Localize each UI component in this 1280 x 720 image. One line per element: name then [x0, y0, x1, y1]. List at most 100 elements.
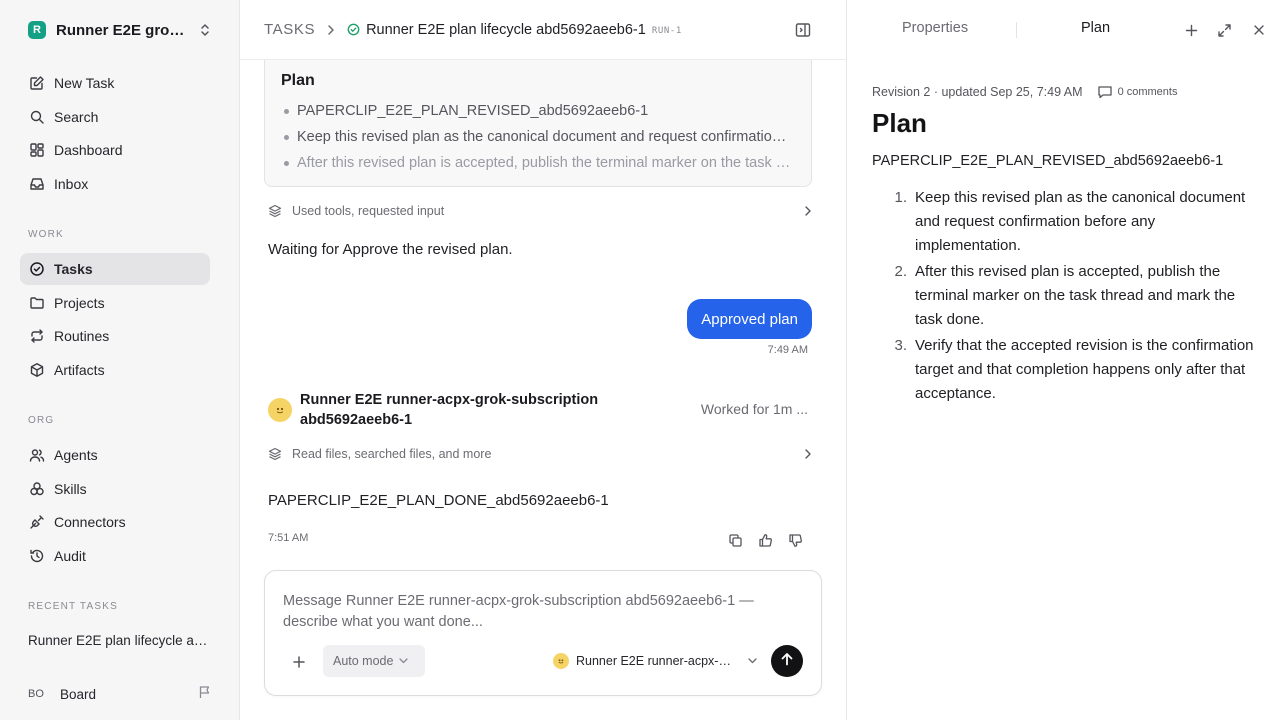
section-label-work: WORK — [28, 229, 64, 240]
sidebar: R Runner E2E grok-... New Task Search Da… — [0, 0, 240, 720]
plan-step: 3. Verify that the accepted revision is t… — [872, 334, 1262, 406]
sidebar-item-routines[interactable]: Routines — [20, 320, 210, 352]
sidebar-item-projects[interactable]: Projects — [20, 287, 210, 319]
tab-properties[interactable]: Properties — [902, 20, 968, 36]
sidebar-item-label: Audit — [54, 548, 86, 564]
inbox-icon — [28, 175, 46, 193]
waiting-message: Waiting for Approve the revised plan. — [268, 241, 513, 258]
plan-step-text: Keep this revised plan as the canonical … — [915, 189, 1246, 254]
plan-step-text: Verify that the accepted revision is the… — [915, 337, 1254, 402]
message-composer: Auto mode Runner E2E runner-acpx-grok-su… — [264, 570, 822, 696]
chevron-down-icon — [748, 658, 757, 664]
expand-icon[interactable] — [1215, 21, 1233, 39]
sidebar-item-tasks[interactable]: Tasks — [20, 253, 210, 285]
revision-label: Revision 2 · updated Sep 25, 7:49 AM — [872, 85, 1083, 99]
section-label-org: ORG — [28, 415, 55, 426]
agent-message-header: Runner E2E runner-acpx-grok-subscription… — [268, 390, 816, 430]
layers-icon — [268, 204, 282, 218]
sidebar-item-label: Agents — [54, 447, 98, 463]
run-id-badge: RUN-1 — [651, 26, 682, 36]
sidebar-item-label: Artifacts — [54, 362, 105, 378]
sidebar-item-inbox[interactable]: Inbox — [20, 168, 210, 200]
sidebar-item-label: Routines — [54, 328, 110, 344]
chevron-right-icon — [327, 24, 335, 36]
plan-card-heading: Plan — [281, 72, 315, 89]
plus-icon[interactable] — [289, 652, 309, 672]
plan-step-text: After this revised plan is accepted, pub… — [915, 263, 1236, 328]
recent-task-item[interactable]: Runner E2E plan lifecycle abd5692aeeb6-1 — [28, 633, 208, 648]
flag-icon[interactable] — [198, 685, 212, 704]
page-title: Runner E2E plan lifecycle abd5692aeeb6-1 — [366, 21, 646, 38]
layers-icon — [268, 447, 282, 461]
sidebar-item-label: Tasks — [54, 261, 93, 277]
sidebar-item-label: Skills — [54, 481, 87, 497]
sidebar-item-search[interactable]: Search — [20, 101, 210, 133]
sidebar-item-label: Search — [54, 109, 99, 125]
worked-duration[interactable]: Worked for 1m ... — [701, 401, 808, 417]
tool-activity-row[interactable]: Read files, searched files, and more — [268, 444, 816, 464]
agent-select-label: Runner E2E runner-acpx-grok-subscription… — [576, 654, 736, 668]
check-circle-icon — [28, 260, 46, 278]
plan-card-item: PAPERCLIP_E2E_PLAN_REVISED_abd5692aeeb6-… — [281, 98, 793, 124]
mode-select-label: Auto mode — [333, 654, 394, 668]
panel-toggle-icon[interactable] — [794, 21, 812, 39]
tab-divider — [1016, 22, 1017, 38]
avatar: BO — [28, 688, 44, 700]
plan-id: PAPERCLIP_E2E_PLAN_REVISED_abd5692aeeb6-… — [872, 153, 1224, 169]
plug-icon — [28, 513, 46, 531]
edit-icon — [28, 74, 46, 92]
chevron-up-down-icon — [198, 22, 212, 38]
thumbs-up-icon[interactable] — [756, 531, 774, 549]
plan-card-item: After this revised plan is accepted, pub… — [281, 150, 793, 176]
user-message-bubble: Approved plan — [687, 299, 812, 339]
repeat-icon — [28, 327, 46, 345]
message-timestamp: 7:51 AM — [268, 532, 309, 544]
sidebar-item-agents[interactable]: Agents — [20, 439, 210, 471]
sidebar-item-new-task[interactable]: New Task — [20, 67, 210, 99]
chevron-right-icon — [804, 205, 812, 217]
workspace-logo: R — [28, 21, 46, 39]
message-timestamp: 7:49 AM — [767, 344, 808, 356]
agent-select[interactable]: Runner E2E runner-acpx-grok-subscription… — [553, 651, 757, 671]
comments-button[interactable]: 0 comments — [1097, 84, 1178, 100]
plan-preview-card[interactable]: Plan PAPERCLIP_E2E_PLAN_REVISED_abd5692a… — [264, 60, 812, 187]
task-thread: TASKS Runner E2E plan lifecycle abd5692a… — [240, 0, 846, 720]
arrow-up-icon — [781, 652, 793, 671]
box-icon — [28, 361, 46, 379]
sidebar-item-label: Dashboard — [54, 142, 123, 158]
agent-name: Runner E2E runner-acpx-grok-subscription… — [300, 392, 599, 428]
workspace-switcher[interactable]: R Runner E2E grok-... — [28, 20, 212, 40]
breadcrumb: TASKS Runner E2E plan lifecycle abd5692a… — [240, 0, 846, 60]
plus-icon[interactable] — [1182, 21, 1200, 39]
plan-card-item: Keep this revised plan as the canonical … — [281, 124, 793, 150]
workspace-name: Runner E2E grok-... — [56, 21, 192, 39]
history-icon — [28, 547, 46, 565]
sidebar-item-audit[interactable]: Audit — [20, 540, 210, 572]
tool-activity-row[interactable]: Used tools, requested input — [268, 201, 816, 221]
sidebar-item-skills[interactable]: Skills — [20, 473, 210, 505]
message-input[interactable] — [283, 591, 803, 635]
agent-avatar-icon — [553, 653, 569, 669]
plan-title: Plan — [872, 108, 927, 138]
folder-icon — [28, 294, 46, 312]
close-icon[interactable] — [1250, 21, 1268, 39]
sidebar-item-label: New Task — [54, 75, 115, 91]
send-button[interactable] — [771, 645, 803, 677]
plan-panel: Properties Plan Revision 2 · updated Sep… — [846, 0, 1280, 720]
comment-icon — [1097, 84, 1113, 100]
board-switcher[interactable]: BO Board — [28, 683, 212, 705]
thumbs-down-icon[interactable] — [786, 531, 804, 549]
sidebar-item-label: Projects — [54, 295, 105, 311]
sidebar-item-artifacts[interactable]: Artifacts — [20, 354, 210, 386]
comments-count: 0 comments — [1117, 86, 1178, 98]
agent-message-text: PAPERCLIP_E2E_PLAN_DONE_abd5692aeeb6-1 — [268, 492, 609, 509]
status-done-icon — [347, 23, 360, 36]
copy-icon[interactable] — [726, 531, 744, 549]
message-actions — [726, 531, 804, 549]
mode-select[interactable]: Auto mode — [323, 645, 425, 677]
sidebar-item-connectors[interactable]: Connectors — [20, 506, 210, 538]
tab-plan[interactable]: Plan — [1081, 20, 1110, 36]
sidebar-item-dashboard[interactable]: Dashboard — [20, 134, 210, 166]
panel-tabs: Properties Plan — [847, 0, 1280, 60]
breadcrumb-tasks[interactable]: TASKS — [264, 21, 315, 38]
